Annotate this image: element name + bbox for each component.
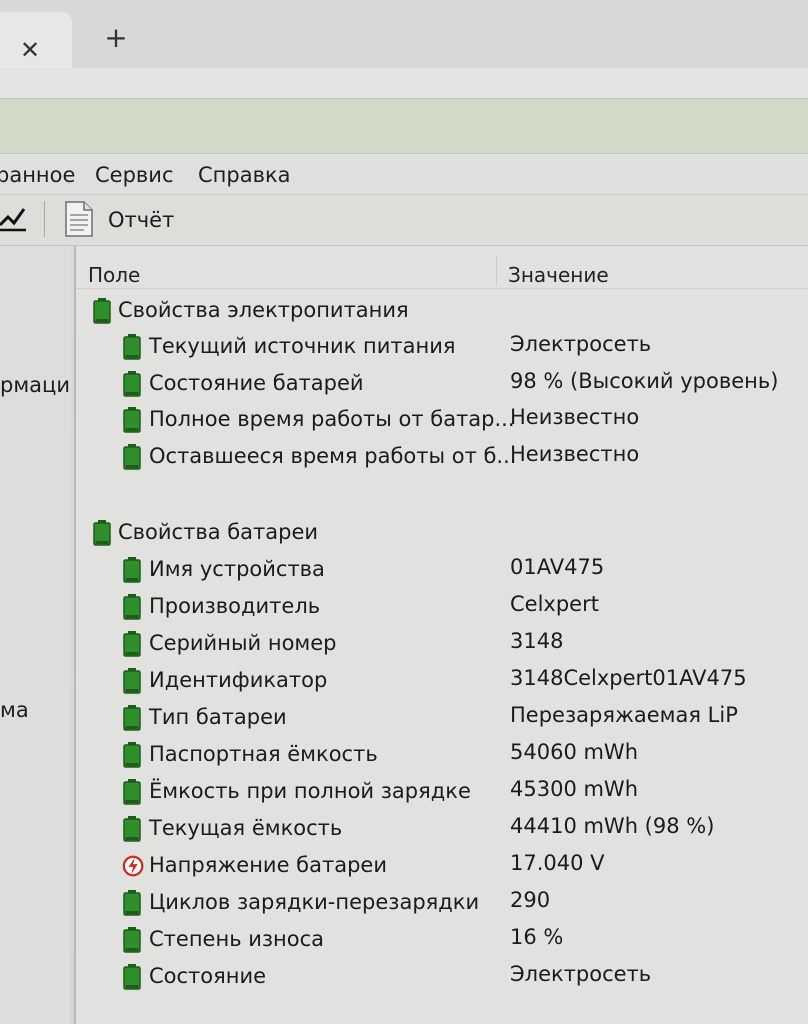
new-tab-icon[interactable]: +: [102, 24, 130, 52]
left-navigation-pane: рмаци ма: [0, 246, 70, 1024]
table-row[interactable]: Идентификатор 3148Celxpert01AV475: [76, 662, 808, 699]
chart-icon[interactable]: [0, 203, 28, 233]
table-row[interactable]: Паспортная ёмкость 54060 mWh: [76, 736, 808, 773]
group-header-row[interactable]: Свойства электропитания: [76, 292, 808, 329]
row-value: Перезаряжаемая LiP: [510, 703, 738, 727]
browser-toolbar: [0, 68, 808, 99]
row-value: 16 %: [510, 925, 564, 949]
table-row[interactable]: Состояние Электросеть: [76, 958, 808, 995]
screen: ✕ + ранное Сервис Справка Отчёт рмаци ма: [0, 0, 808, 1024]
battery-icon: [122, 779, 142, 805]
icon-toolbar: Отчёт: [0, 195, 808, 246]
battery-icon: [122, 668, 142, 694]
nav-item-system[interactable]: ма: [0, 697, 29, 723]
table-row[interactable]: Оставшееся время работы от б... Неизвестн…: [76, 438, 808, 475]
column-separator[interactable]: [496, 256, 497, 286]
table-row[interactable]: Серийный номер 3148: [76, 625, 808, 662]
row-field: Имя устройства: [149, 557, 325, 581]
table-row[interactable]: Тип батареи Перезаряжаемая LiP: [76, 699, 808, 736]
nav-item-information[interactable]: рмаци: [0, 372, 70, 398]
battery-icon: [122, 816, 142, 842]
browser-tab[interactable]: ✕: [0, 12, 72, 68]
row-value: Электросеть: [510, 332, 652, 356]
properties-pane: Поле Значение Свойства электропитания Тек…: [76, 246, 808, 1024]
battery-icon: [122, 594, 142, 620]
row-value: 98 % (Высокий уровень): [510, 369, 779, 393]
row-field: Текущая ёмкость: [149, 816, 343, 840]
table-row[interactable]: Полное время работы от батар... Неизвестн…: [76, 401, 808, 438]
table-row[interactable]: Напряжение батареи 17.040 V: [76, 847, 808, 884]
battery-icon: [122, 742, 142, 768]
table-row[interactable]: Текущая ёмкость 44410 mWh (98 %): [76, 810, 808, 847]
row-value: 17.040 V: [510, 851, 605, 875]
table-row[interactable]: Имя устройства 01AV475: [76, 551, 808, 588]
voltage-icon: [122, 853, 144, 879]
close-icon[interactable]: ✕: [16, 36, 44, 64]
battery-icon: [92, 520, 112, 546]
report-icon[interactable]: [64, 200, 94, 238]
battery-icon: [122, 371, 142, 397]
column-header-field[interactable]: Поле: [88, 262, 140, 288]
table-row[interactable]: Степень износа 16 %: [76, 921, 808, 958]
battery-icon: [92, 298, 112, 324]
row-field: Идентификатор: [149, 668, 328, 692]
battery-icon: [122, 444, 142, 470]
row-value: 290: [510, 888, 551, 912]
battery-icon: [122, 557, 142, 583]
row-value: 45300 mWh: [510, 777, 639, 801]
menu-service[interactable]: Сервис: [95, 162, 173, 188]
row-field: Циклов зарядки-перезарядки: [149, 890, 480, 914]
battery-icon: [122, 334, 142, 360]
group-title: Свойства батареи: [118, 520, 319, 544]
row-value: Неизвестно: [510, 405, 640, 429]
row-field: Текущий источник питания: [149, 334, 456, 358]
row-field: Тип батареи: [149, 705, 287, 729]
row-value: Celxpert: [510, 592, 599, 616]
table-row[interactable]: Циклов зарядки-перезарядки 290: [76, 884, 808, 921]
row-field: Степень износа: [149, 927, 325, 951]
row-field: Производитель: [149, 594, 321, 618]
battery-icon: [122, 927, 142, 953]
table-row[interactable]: Производитель Celxpert: [76, 588, 808, 625]
table-header: Поле Значение: [76, 252, 808, 289]
row-value: 44410 mWh (98 %): [510, 814, 715, 838]
table-row[interactable]: Текущий источник питания Электросеть: [76, 328, 808, 365]
row-value: 01AV475: [510, 555, 605, 579]
row-field: Состояние: [149, 964, 267, 988]
column-header-value[interactable]: Значение: [508, 262, 609, 288]
battery-icon: [122, 407, 142, 433]
group-title: Свойства электропитания: [118, 298, 409, 322]
report-button-label[interactable]: Отчёт: [108, 207, 174, 233]
row-value: 3148Celxpert01AV475: [510, 666, 747, 690]
battery-icon: [122, 631, 142, 657]
toolbar-separator: [44, 201, 45, 237]
row-value: Электросеть: [510, 962, 652, 986]
row-field: Напряжение батареи: [149, 853, 387, 877]
row-field: Паспортная ёмкость: [149, 742, 378, 766]
table-row[interactable]: Ёмкость при полной зарядке 45300 mWh: [76, 773, 808, 810]
table-row[interactable]: Состояние батарей 98 % (Высокий уровень): [76, 365, 808, 402]
browser-tab-strip: ✕ +: [0, 0, 808, 68]
battery-icon: [122, 705, 142, 731]
row-value: 3148: [510, 629, 564, 653]
battery-icon: [122, 964, 142, 990]
row-field: Состояние батарей: [149, 371, 364, 395]
app-title-band: [0, 99, 808, 154]
row-field: Полное время работы от батар...: [149, 407, 515, 431]
row-value: Неизвестно: [510, 442, 640, 466]
row-field: Серийный номер: [149, 631, 337, 655]
group-header-row[interactable]: Свойства батареи: [76, 514, 808, 551]
menu-favorites[interactable]: ранное: [0, 162, 75, 188]
menu-help[interactable]: Справка: [198, 162, 291, 188]
menu-bar: ранное Сервис Справка: [0, 154, 808, 195]
row-field: Оставшееся время работы от б...: [149, 444, 517, 468]
battery-icon: [122, 890, 142, 916]
row-field: Ёмкость при полной зарядке: [149, 779, 471, 803]
row-value: 54060 mWh: [510, 740, 639, 764]
